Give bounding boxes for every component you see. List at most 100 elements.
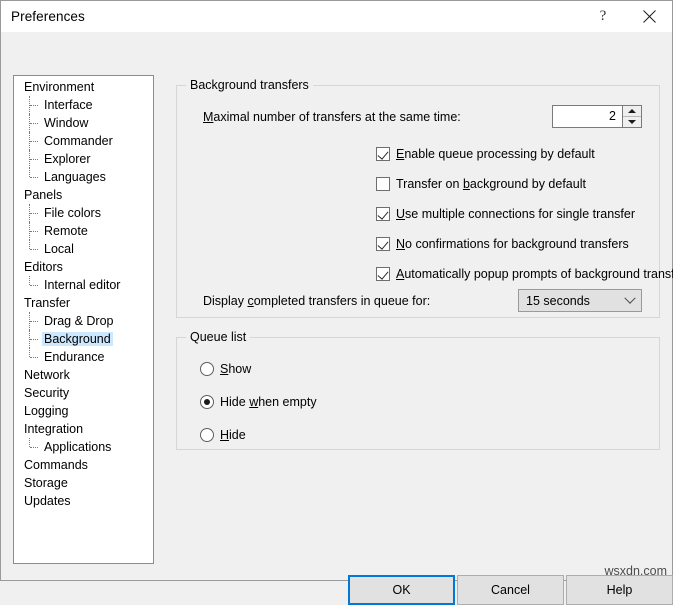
tree-item-explorer[interactable]: Explorer bbox=[14, 150, 153, 168]
tree-item-label: Updates bbox=[22, 494, 73, 508]
title-bar-buttons: ? bbox=[580, 1, 672, 32]
display-completed-dropdown[interactable]: 15 seconds bbox=[518, 289, 642, 312]
tree-item-internal-editor[interactable]: Internal editor bbox=[14, 276, 153, 294]
tree-item-drag-drop[interactable]: Drag & Drop bbox=[14, 312, 153, 330]
tree-item-label: Integration bbox=[22, 422, 85, 436]
radio-unselected-icon[interactable] bbox=[200, 428, 214, 442]
tree-item-label: Applications bbox=[42, 440, 113, 454]
radio-label-accel: w bbox=[249, 395, 258, 409]
checkbox-label-post: se multiple connections for single trans… bbox=[405, 207, 635, 221]
checkbox-checked-icon[interactable] bbox=[376, 207, 390, 221]
tree-item-label: File colors bbox=[42, 206, 103, 220]
tree-item-label: Languages bbox=[42, 170, 108, 184]
checkbox-label: Enable queue processing by default bbox=[396, 147, 595, 161]
radio-label-post: ide bbox=[229, 428, 246, 442]
chevron-down-icon bbox=[619, 297, 641, 305]
tree-item-security[interactable]: Security bbox=[14, 384, 153, 402]
triangle-up-icon bbox=[628, 109, 636, 113]
checkbox-checked-icon[interactable] bbox=[376, 237, 390, 251]
radio-row[interactable]: Show bbox=[200, 360, 251, 378]
tree-item-label: Environment bbox=[22, 80, 96, 94]
radio-unselected-icon[interactable] bbox=[200, 362, 214, 376]
radio-label: Show bbox=[220, 362, 251, 376]
max-transfers-spin-buttons bbox=[622, 106, 641, 127]
spin-down-button[interactable] bbox=[623, 117, 641, 127]
question-mark-icon: ? bbox=[600, 9, 607, 24]
tree-item-updates[interactable]: Updates bbox=[14, 492, 153, 510]
radio-label-pre: Hide bbox=[220, 395, 249, 409]
tree-item-label: Endurance bbox=[42, 350, 106, 364]
radio-row[interactable]: Hide bbox=[200, 426, 246, 444]
tree-item-commander[interactable]: Commander bbox=[14, 132, 153, 150]
tree-item-interface[interactable]: Interface bbox=[14, 96, 153, 114]
tree-item-storage[interactable]: Storage bbox=[14, 474, 153, 492]
checkbox-row[interactable]: No confirmations for background transfer… bbox=[376, 235, 629, 253]
display-completed-label-post: ompleted transfers in queue for: bbox=[254, 294, 431, 308]
help-button[interactable]: ? bbox=[580, 1, 626, 32]
triangle-down-icon bbox=[628, 120, 636, 124]
tree-item-label: Security bbox=[22, 386, 71, 400]
tree-item-label: Commands bbox=[22, 458, 90, 472]
tree-item-label: Explorer bbox=[42, 152, 93, 166]
checkbox-checked-icon[interactable] bbox=[376, 147, 390, 161]
category-tree[interactable]: Environment InterfaceWindow Commander Explo… bbox=[13, 75, 154, 564]
max-transfers-label-accel: M bbox=[203, 110, 213, 124]
tree-item-transfer[interactable]: Transfer bbox=[14, 294, 153, 312]
tree-item-commands[interactable]: Commands bbox=[14, 456, 153, 474]
cancel-button[interactable]: Cancel bbox=[457, 575, 564, 605]
radio-label-post: hen empty bbox=[258, 395, 316, 409]
help-button-bottom[interactable]: Help bbox=[566, 575, 673, 605]
checkbox-row[interactable]: Automatically popup prompts of backgroun… bbox=[376, 265, 673, 283]
ok-button[interactable]: OK bbox=[348, 575, 455, 605]
tree-item-endurance[interactable]: Endurance bbox=[14, 348, 153, 366]
preferences-dialog: Preferences ? Environment InterfaceWindow… bbox=[0, 0, 673, 581]
max-transfers-value[interactable]: 2 bbox=[553, 106, 622, 127]
ok-button-label: OK bbox=[392, 583, 410, 597]
tree-item-label: Local bbox=[42, 242, 76, 256]
checkbox-label-pre: Transfer on bbox=[396, 177, 463, 191]
tree-item-label: Drag & Drop bbox=[42, 314, 115, 328]
queue-list-group: Queue list ShowHide when emptyHide bbox=[176, 337, 660, 450]
checkbox-row[interactable]: Transfer on background by default bbox=[376, 175, 586, 193]
max-transfers-stepper[interactable]: 2 bbox=[552, 105, 642, 128]
radio-row[interactable]: Hide when empty bbox=[200, 393, 317, 411]
radio-label-post: how bbox=[228, 362, 251, 376]
checkbox-row[interactable]: Enable queue processing by default bbox=[376, 145, 595, 163]
tree-item-environment[interactable]: Environment bbox=[14, 78, 153, 96]
tree-item-label: Network bbox=[22, 368, 72, 382]
tree-item-panels[interactable]: Panels bbox=[14, 186, 153, 204]
tree-item-applications[interactable]: Applications bbox=[14, 438, 153, 456]
checkbox-label: Use multiple connections for single tran… bbox=[396, 207, 635, 221]
checkbox-label: Automatically popup prompts of backgroun… bbox=[396, 267, 673, 281]
display-completed-selected: 15 seconds bbox=[519, 294, 619, 308]
checkbox-unchecked-icon[interactable] bbox=[376, 177, 390, 191]
tree-item-remote[interactable]: Remote bbox=[14, 222, 153, 240]
close-button[interactable] bbox=[626, 1, 672, 32]
checkbox-row[interactable]: Use multiple connections for single tran… bbox=[376, 205, 635, 223]
window-title: Preferences bbox=[1, 9, 85, 24]
tree-item-background[interactable]: Background bbox=[14, 330, 153, 348]
tree-item-integration[interactable]: Integration bbox=[14, 420, 153, 438]
checkbox-label-accel: U bbox=[396, 207, 405, 221]
tree-item-network[interactable]: Network bbox=[14, 366, 153, 384]
tree-item-editors[interactable]: Editors bbox=[14, 258, 153, 276]
tree-item-label: Commander bbox=[42, 134, 115, 148]
radio-label-accel: H bbox=[220, 428, 229, 442]
background-transfers-group: Background transfers Maximal number of t… bbox=[176, 85, 660, 318]
checkbox-checked-icon[interactable] bbox=[376, 267, 390, 281]
tree-item-file-colors[interactable]: File colors bbox=[14, 204, 153, 222]
spin-up-button[interactable] bbox=[623, 106, 641, 117]
tree-item-label: Logging bbox=[22, 404, 71, 418]
tree-item-local[interactable]: Local bbox=[14, 240, 153, 258]
tree-item-logging[interactable]: Logging bbox=[14, 402, 153, 420]
queue-list-group-title: Queue list bbox=[186, 330, 250, 344]
tree-item-label: Background bbox=[42, 332, 113, 346]
checkbox-label: No confirmations for background transfer… bbox=[396, 237, 629, 251]
radio-label: Hide bbox=[220, 428, 246, 442]
tree-item-window[interactable]: Window bbox=[14, 114, 153, 132]
checkbox-label-accel: N bbox=[396, 237, 405, 251]
tree-item-languages[interactable]: Languages bbox=[14, 168, 153, 186]
radio-selected-icon[interactable] bbox=[200, 395, 214, 409]
radio-label: Hide when empty bbox=[220, 395, 317, 409]
checkbox-label: Transfer on background by default bbox=[396, 177, 586, 191]
